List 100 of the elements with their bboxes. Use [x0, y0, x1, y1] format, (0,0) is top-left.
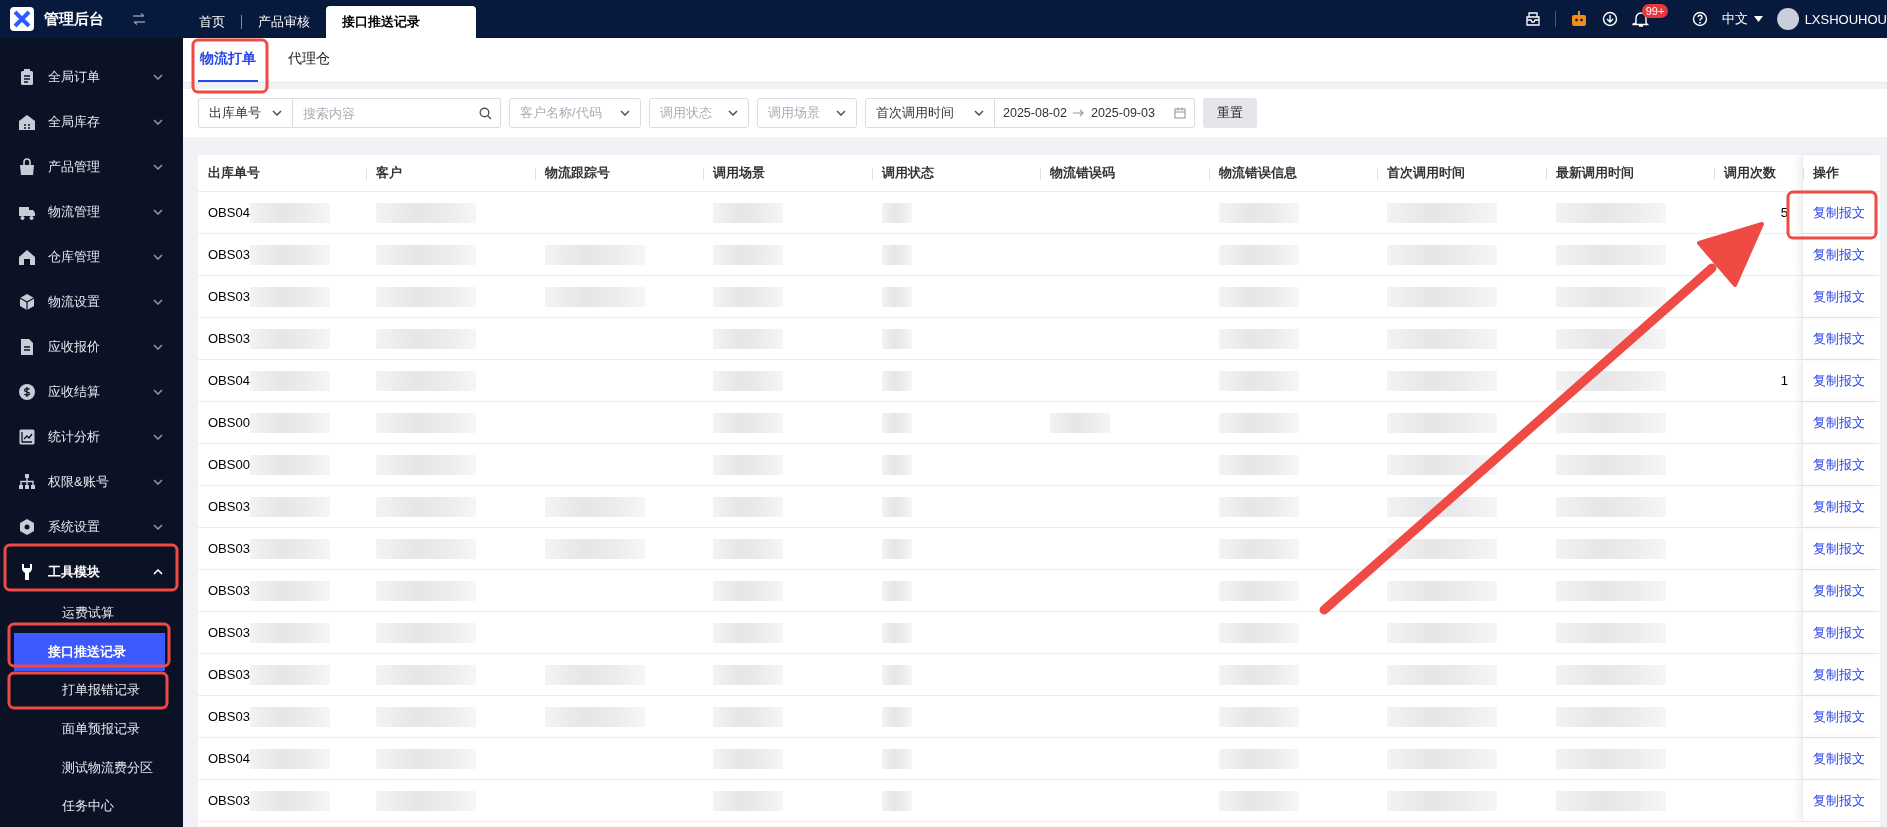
- sidebar-item[interactable]: 物流管理: [48, 202, 141, 221]
- blurred-text: [881, 496, 912, 517]
- page-tab[interactable]: 接口推送记录: [326, 6, 476, 38]
- copy-message-link[interactable]: 复制报文: [1813, 665, 1865, 684]
- order-number: OBS00: [208, 415, 250, 430]
- page-tab[interactable]: 产品审核: [242, 6, 326, 38]
- blurred-text: [881, 328, 912, 349]
- copy-message-link[interactable]: 复制报文: [1813, 287, 1865, 306]
- column-header: 物流错误信息: [1218, 164, 1297, 182]
- chart-icon: [18, 427, 36, 446]
- blurred-text: [713, 706, 784, 727]
- order-number: OBS03: [208, 289, 250, 304]
- blurred-text: [713, 664, 784, 685]
- robot-icon[interactable]: [1569, 10, 1588, 28]
- chevron-icon: [728, 110, 738, 116]
- order-number: OBS03: [208, 247, 250, 262]
- call-count: 5: [1780, 205, 1788, 220]
- sidebar-item[interactable]: 物流设置: [48, 292, 141, 311]
- chevron-icon: [153, 388, 163, 395]
- order-number: OBS03: [208, 331, 250, 346]
- help-icon[interactable]: [1691, 11, 1708, 27]
- order-number: OBS03: [208, 541, 250, 556]
- blurred-text: [881, 538, 912, 559]
- sidebar-item[interactable]: 工具模块: [48, 562, 141, 581]
- date-type-select[interactable]: 首次调用时间: [865, 98, 995, 128]
- blurred-text: [713, 622, 784, 643]
- sidebar-item[interactable]: 应收结算: [48, 382, 141, 401]
- copy-message-link[interactable]: 复制报文: [1813, 245, 1865, 264]
- chevron-icon: [153, 433, 163, 440]
- copy-message-link[interactable]: 复制报文: [1813, 707, 1865, 726]
- search-field[interactable]: 搜索内容: [293, 98, 501, 128]
- sidebar-item[interactable]: 产品管理: [48, 157, 141, 176]
- blurred-text: [713, 412, 784, 433]
- copy-message-link[interactable]: 复制报文: [1813, 455, 1865, 474]
- copy-message-link[interactable]: 复制报文: [1813, 203, 1865, 222]
- date-range-field[interactable]: 2025-08-02 2025-09-03: [995, 98, 1195, 128]
- view-tab[interactable]: 代理仓: [286, 38, 332, 82]
- copy-message-link[interactable]: 复制报文: [1813, 371, 1865, 390]
- order-number: OBS03: [208, 499, 250, 514]
- warehouse-icon: [18, 112, 36, 131]
- blurred-text: [713, 244, 784, 265]
- inbox-icon[interactable]: [1524, 11, 1541, 27]
- reset-button[interactable]: 重置: [1203, 98, 1257, 128]
- search-icon[interactable]: [479, 106, 492, 120]
- blurred-text: [713, 286, 784, 307]
- sidebar-item[interactable]: 全局库存: [48, 112, 141, 131]
- search-type-select[interactable]: 出库单号: [198, 98, 293, 128]
- order-number: OBS03: [208, 709, 250, 724]
- collapse-icon[interactable]: [132, 13, 146, 25]
- sidebar-item[interactable]: 统计分析: [48, 427, 141, 446]
- copy-message-link[interactable]: 复制报文: [1813, 413, 1865, 432]
- language-select[interactable]: 中文: [1721, 10, 1763, 28]
- hexagon-icon: [18, 517, 36, 536]
- copy-message-link[interactable]: 复制报文: [1813, 791, 1865, 810]
- blurred-text: [713, 496, 784, 517]
- blurred-text: [713, 748, 784, 769]
- sidebar-subitem[interactable]: 运费试算: [14, 594, 173, 633]
- order-number: OBS04: [208, 373, 250, 388]
- blurred-text: [881, 202, 912, 223]
- copy-message-link[interactable]: 复制报文: [1813, 749, 1865, 768]
- sidebar-subitem[interactable]: 测试物流费分区: [14, 748, 173, 787]
- order-number: OBS04: [208, 205, 250, 220]
- copy-message-link[interactable]: 复制报文: [1813, 497, 1865, 516]
- download-icon[interactable]: [1601, 11, 1618, 27]
- sidebar-item[interactable]: 全局订单: [48, 67, 141, 86]
- blurred-text: [713, 454, 784, 475]
- avatar-icon[interactable]: [1776, 8, 1799, 30]
- sidebar-item[interactable]: 仓库管理: [48, 247, 141, 266]
- sidebar-subitem[interactable]: 接口推送记录: [14, 632, 165, 672]
- username[interactable]: LXSHOUHOU: [1804, 11, 1887, 27]
- copy-message-link[interactable]: 复制报文: [1813, 581, 1865, 600]
- dollar-icon: [18, 382, 36, 401]
- sidebar-item[interactable]: 权限&账号: [48, 472, 141, 491]
- start-date: 2025-08-02: [1003, 106, 1067, 120]
- order-number: OBS03: [208, 625, 250, 640]
- end-date: 2025-09-03: [1090, 106, 1155, 120]
- sidebar-item[interactable]: 系统设置: [48, 517, 141, 536]
- order-number: OBS03: [208, 583, 250, 598]
- blurred-text: [1050, 412, 1111, 433]
- view-tab[interactable]: 物流打单: [198, 38, 258, 82]
- sidebar-subitem[interactable]: 面单预报记录: [14, 709, 173, 749]
- bag-icon: [18, 157, 36, 176]
- order-number: OBS00: [208, 457, 250, 472]
- column-header: 调用次数: [1724, 164, 1777, 182]
- hierarchy-icon: [18, 472, 36, 491]
- blurred-text: [881, 244, 912, 265]
- copy-message-link[interactable]: 复制报文: [1813, 329, 1865, 348]
- sidebar-subitem[interactable]: 打单报错记录: [14, 671, 173, 710]
- chevron-icon: [153, 298, 163, 305]
- page-tab[interactable]: 首页: [183, 6, 241, 38]
- sidebar-item[interactable]: 应收报价: [48, 337, 141, 356]
- sidebar-subitem[interactable]: 任务中心: [14, 786, 173, 826]
- chevron-icon: [974, 110, 984, 116]
- copy-message-link[interactable]: 复制报文: [1813, 623, 1865, 642]
- clipboard-icon: [18, 67, 36, 86]
- copy-message-link[interactable]: 复制报文: [1813, 539, 1865, 558]
- order-number: OBS04: [208, 751, 250, 766]
- column-header: 操作: [1813, 164, 1839, 182]
- column-header: 最新调用时间: [1555, 164, 1634, 182]
- chevron-icon: [153, 163, 163, 170]
